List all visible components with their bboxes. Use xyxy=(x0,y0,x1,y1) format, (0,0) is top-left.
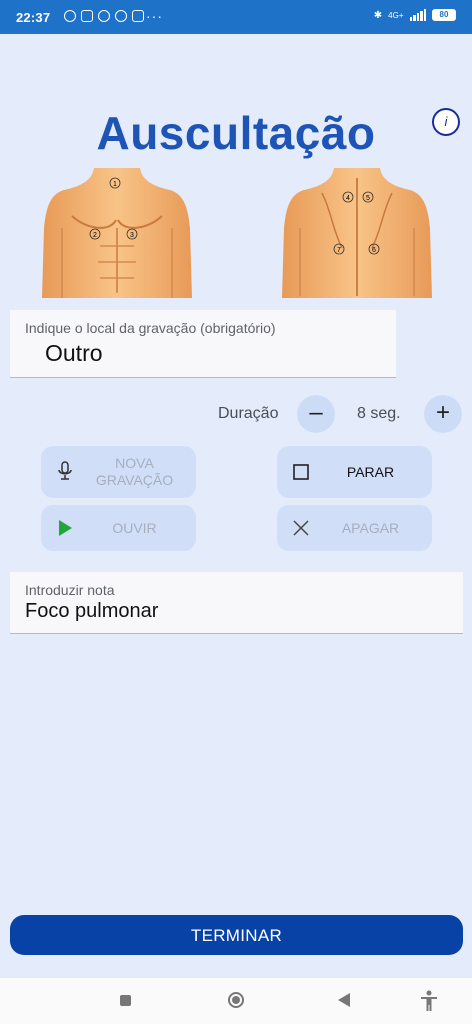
location-select[interactable]: Indique o local da gravação (obrigatório… xyxy=(10,310,396,378)
new-recording-label: NOVA GRAVAÇÃO xyxy=(95,455,174,488)
signal-icon xyxy=(409,9,426,21)
nfc-icon xyxy=(81,10,93,22)
duration-value: 8 seg. xyxy=(357,405,401,422)
duration-label: Duração xyxy=(218,405,279,422)
listen-label: OUVIR xyxy=(112,519,157,536)
point-label: 2 xyxy=(93,232,97,239)
alarm-icon xyxy=(64,10,76,22)
home-icon[interactable] xyxy=(228,992,244,1008)
point-label: 4 xyxy=(346,195,350,202)
network-type: 4G+ xyxy=(388,10,404,20)
back-icon[interactable] xyxy=(338,993,350,1007)
stop-button[interactable]: PARAR xyxy=(277,446,432,498)
system-nav-bar xyxy=(0,978,472,1024)
app-icon xyxy=(132,10,144,22)
front-torso-image: 1 2 3 xyxy=(42,168,192,298)
location-label: Indique o local da gravação (obrigatório… xyxy=(25,320,276,336)
point-label: 7 xyxy=(337,247,341,254)
recents-icon[interactable] xyxy=(120,995,131,1006)
whatsapp-icon xyxy=(98,10,110,22)
more-notifications-icon: ··· xyxy=(146,8,163,24)
page-title: Auscultação xyxy=(96,107,376,159)
notification-icons xyxy=(64,10,144,22)
bluetooth-icon: ✱ xyxy=(373,9,383,21)
note-label: Introduzir nota xyxy=(25,582,115,598)
delete-button[interactable]: APAGAR xyxy=(277,505,432,551)
battery-icon: 80 xyxy=(432,9,456,21)
increase-duration-button[interactable]: + xyxy=(424,395,462,433)
listen-button[interactable]: OUVIR xyxy=(41,505,196,551)
point-label: 5 xyxy=(366,195,370,202)
status-bar: 22:37 ··· ✱ 4G+ 80 xyxy=(0,0,472,34)
close-x-icon xyxy=(293,520,309,536)
stop-square-icon xyxy=(293,464,309,480)
accessibility-icon[interactable] xyxy=(419,990,439,1012)
stop-label: PARAR xyxy=(346,463,395,480)
microphone-icon xyxy=(58,461,72,480)
play-icon xyxy=(59,520,72,536)
location-value: Outro xyxy=(45,340,103,366)
info-button[interactable]: i xyxy=(432,108,460,136)
point-label: 3 xyxy=(130,232,134,239)
point-label: 6 xyxy=(372,247,376,254)
note-value: Foco pulmonar xyxy=(25,600,159,622)
delete-label: APAGAR xyxy=(341,519,400,536)
new-recording-button[interactable]: NOVA GRAVAÇÃO xyxy=(41,446,196,498)
back-torso-image: 4 5 6 7 xyxy=(282,168,432,298)
decrease-duration-button[interactable]: – xyxy=(297,395,335,433)
point-label: 1 xyxy=(113,181,117,188)
finish-button[interactable]: TERMINAR xyxy=(10,915,463,955)
status-time: 22:37 xyxy=(16,10,51,25)
messenger-icon xyxy=(115,10,127,22)
note-input[interactable]: Introduzir nota Foco pulmonar xyxy=(10,572,463,634)
